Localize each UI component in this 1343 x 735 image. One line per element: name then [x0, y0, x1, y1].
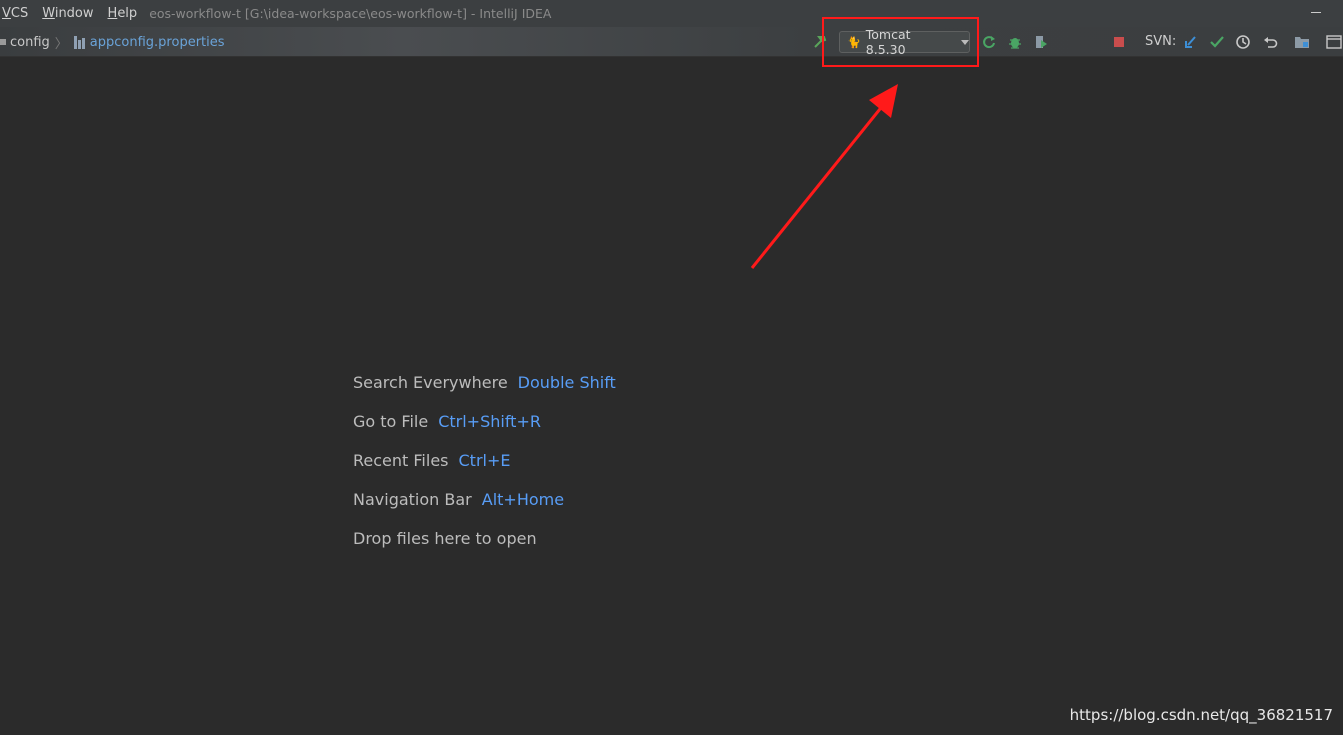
- hint-search-everywhere: Search Everywhere Double Shift: [353, 373, 616, 392]
- shortcut-go-to-file: Ctrl+Shift+R: [438, 412, 541, 431]
- hint-go-to-file: Go to File Ctrl+Shift+R: [353, 412, 541, 431]
- hint-navigation-bar: Navigation Bar Alt+Home: [353, 490, 565, 509]
- shortcut-search-everywhere: Double Shift: [517, 373, 616, 392]
- watermark-url: https://blog.csdn.net/qq_36821517: [1069, 706, 1333, 724]
- hint-recent-files: Recent Files Ctrl+E: [353, 451, 511, 470]
- hint-drop-files: Drop files here to open: [353, 529, 537, 548]
- annotation-arrow-icon: [750, 84, 898, 269]
- editor-empty-hints: Search Everywhere Double Shift Go to Fil…: [353, 373, 616, 568]
- shortcut-navigation-bar: Alt+Home: [481, 490, 565, 509]
- shortcut-recent-files: Ctrl+E: [458, 451, 511, 470]
- ide-window: VCS Window Help eos-workflow-t [G:\idea-…: [0, 0, 1343, 735]
